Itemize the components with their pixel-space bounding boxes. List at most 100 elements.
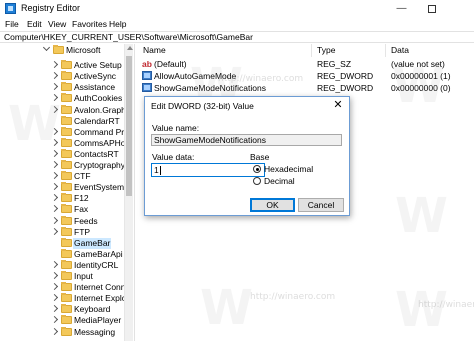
column-header-data[interactable]: Data xyxy=(386,44,409,57)
tree-item-label: Avalon.Graphi xyxy=(74,105,124,115)
value-row[interactable]: ab (Default) REG_SZ (value not set) xyxy=(138,59,474,70)
value-data-input[interactable]: 1 xyxy=(151,163,265,177)
chevron-right-icon[interactable] xyxy=(50,293,59,302)
tree-item-label: Messaging xyxy=(74,327,116,337)
tree-item[interactable]: Fax xyxy=(0,204,124,215)
chevron-right-icon[interactable] xyxy=(50,82,59,91)
chevron-right-icon[interactable] xyxy=(50,204,59,213)
tree-item-label: Keyboard xyxy=(74,304,111,314)
tree-item[interactable]: CommsAPHos xyxy=(0,138,124,149)
folder-icon xyxy=(61,149,72,158)
address-bar[interactable]: Computer\HKEY_CURRENT_USER\Software\Micr… xyxy=(0,31,474,43)
value-type: REG_DWORD xyxy=(317,83,374,93)
tree-item[interactable]: CalendarRT xyxy=(0,116,124,127)
menu-bar: File Edit View Favorites Help xyxy=(0,17,474,31)
tree-item[interactable]: ContactsRT xyxy=(0,149,124,160)
tree-item-microsoft[interactable]: Microsoft xyxy=(0,45,124,56)
cancel-button[interactable]: Cancel xyxy=(298,198,344,212)
tree-item[interactable]: FTP xyxy=(0,227,124,238)
chevron-right-icon[interactable] xyxy=(50,138,59,147)
value-row[interactable]: AllowAutoGameMode REG_DWORD 0x00000001 (… xyxy=(138,71,474,82)
scroll-up-icon[interactable] xyxy=(127,46,133,50)
tree-item[interactable]: Input xyxy=(0,271,124,282)
chevron-right-icon[interactable] xyxy=(50,216,59,225)
menu-edit[interactable]: Edit xyxy=(27,19,42,29)
tree-item[interactable]: F12 xyxy=(0,193,124,204)
folder-icon xyxy=(61,227,72,236)
dword-value-icon xyxy=(142,83,152,92)
tree-scrollbar[interactable] xyxy=(124,44,133,341)
chevron-right-icon[interactable] xyxy=(50,93,59,102)
tree-item[interactable]: Feeds xyxy=(0,216,124,227)
tree-item[interactable]: GameBarApi xyxy=(0,249,124,260)
tree-item[interactable]: Keyboard xyxy=(0,304,124,315)
value-data-text: 1 xyxy=(154,165,159,175)
menu-favorites[interactable]: Favorites xyxy=(72,19,107,29)
column-header-name[interactable]: Name xyxy=(138,44,166,57)
chevron-right-icon[interactable] xyxy=(50,105,59,114)
folder-icon xyxy=(61,271,72,280)
tree-item[interactable]: AuthCookies xyxy=(0,93,124,104)
tree-item[interactable]: Active Setup xyxy=(0,60,124,71)
chevron-right-icon[interactable] xyxy=(50,160,59,169)
value-row[interactable]: ShowGameModeNotifications REG_DWORD 0x00… xyxy=(138,83,474,94)
chevron-right-icon[interactable] xyxy=(50,260,59,269)
tree-item[interactable]: Avalon.Graphi xyxy=(0,105,124,116)
tree-item-label: Internet Conne xyxy=(74,282,124,292)
value-type: REG_DWORD xyxy=(317,71,374,81)
folder-icon xyxy=(61,60,72,69)
chevron-right-icon[interactable] xyxy=(50,171,59,180)
tree-item[interactable]: Messaging xyxy=(0,327,124,338)
maximize-button[interactable] xyxy=(418,0,445,17)
radio-button[interactable] xyxy=(253,177,261,185)
tree-item[interactable]: Command Pro xyxy=(0,127,124,138)
chevron-right-icon[interactable] xyxy=(50,127,59,136)
tree-item-label: Feeds xyxy=(74,216,98,226)
radio-button-checked[interactable] xyxy=(253,165,261,173)
chevron-right-icon[interactable] xyxy=(50,282,59,291)
chevron-right-icon[interactable] xyxy=(50,315,59,324)
radio-label: Decimal xyxy=(264,176,295,186)
scrollbar-thumb[interactable] xyxy=(126,56,132,196)
radio-label: Hexadecimal xyxy=(264,164,314,174)
tree-item-label: F12 xyxy=(74,193,89,203)
tree-item[interactable]: Internet Explor xyxy=(0,293,124,304)
tree-item[interactable]: Internet Conne xyxy=(0,282,124,293)
chevron-right-icon[interactable] xyxy=(50,149,59,158)
value-name: (Default) xyxy=(154,59,187,69)
value-data: 0x00000001 (1) xyxy=(391,71,451,81)
chevron-right-icon[interactable] xyxy=(50,227,59,236)
string-value-icon: ab xyxy=(142,59,152,69)
tree-item[interactable]: Cryptography xyxy=(0,160,124,171)
ok-button[interactable]: OK xyxy=(250,198,295,212)
tree-item[interactable]: MediaPlayer xyxy=(0,315,124,326)
menu-file[interactable]: File xyxy=(5,19,19,29)
tree-item[interactable]: ActiveSync xyxy=(0,71,124,82)
close-icon[interactable]: ✕ xyxy=(331,98,345,113)
chevron-right-icon[interactable] xyxy=(50,182,59,191)
folder-icon xyxy=(61,238,72,247)
chevron-down-icon[interactable] xyxy=(42,45,51,52)
tree-item-label: CTF xyxy=(74,171,91,181)
chevron-right-icon[interactable] xyxy=(50,60,59,69)
chevron-right-icon[interactable] xyxy=(50,327,59,336)
tree-item[interactable]: GameBar xyxy=(0,238,124,249)
minimize-button[interactable]: — xyxy=(388,0,415,17)
tree-item[interactable]: CTF xyxy=(0,171,124,182)
chevron-right-icon[interactable] xyxy=(50,71,59,80)
menu-view[interactable]: View xyxy=(48,19,66,29)
folder-icon xyxy=(61,116,72,125)
menu-help[interactable]: Help xyxy=(109,19,126,29)
chevron-right-icon[interactable] xyxy=(50,271,59,280)
tree-item-label: GameBarApi xyxy=(74,249,123,259)
folder-icon xyxy=(61,304,72,313)
folder-icon xyxy=(61,327,72,336)
chevron-right-icon[interactable] xyxy=(50,304,59,313)
tree-item[interactable]: IdentityCRL xyxy=(0,260,124,271)
chevron-right-icon[interactable] xyxy=(50,193,59,202)
tree-item[interactable]: Assistance xyxy=(0,82,124,93)
tree-item[interactable]: EventSystem xyxy=(0,182,124,193)
value-name: AllowAutoGameMode xyxy=(154,71,237,81)
column-header-type[interactable]: Type xyxy=(312,44,335,57)
tree-item-label: MediaPlayer xyxy=(74,315,122,325)
